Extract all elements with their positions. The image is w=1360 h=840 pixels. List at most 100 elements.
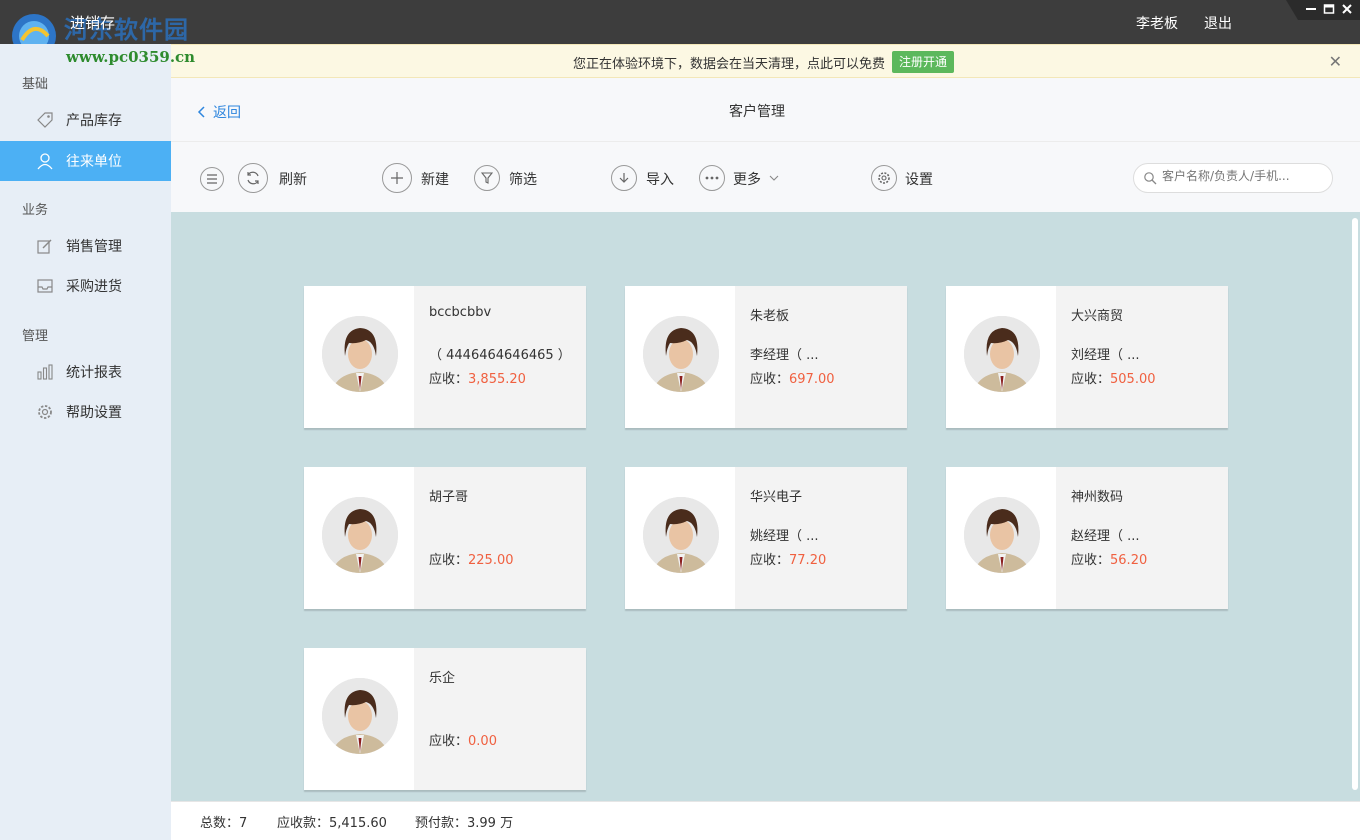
plus-icon[interactable] <box>382 163 412 193</box>
sidebar-item-label: 采购进货 <box>66 279 122 295</box>
minimize-icon[interactable] <box>1304 3 1318 17</box>
chevron-down-icon[interactable] <box>769 174 779 182</box>
refresh-button[interactable]: 刷新 <box>279 169 307 189</box>
avatar <box>643 316 719 392</box>
customer-name: 乐企 <box>429 671 456 686</box>
sidebar: 基础 产品库存 往来单位 业务 销售管理 采购进货 管理 统计报表 帮助设置 <box>0 44 171 840</box>
customer-card[interactable]: 华兴电子 姚经理（ ... 应收：77.20 <box>625 467 907 609</box>
customer-receivable: 应收：0.00 <box>429 734 497 749</box>
customer-card[interactable]: bccbcbbv （ 4446464646465 ） 应收：3,855.20 <box>304 286 586 428</box>
filter-icon[interactable] <box>474 165 500 191</box>
settings-button[interactable]: 设置 <box>905 169 933 189</box>
more-dots-icon[interactable] <box>699 165 725 191</box>
page-header: 返回 客户管理 <box>171 78 1360 142</box>
settings-gear-icon[interactable] <box>871 165 897 191</box>
customer-name: 神州数码 <box>1071 490 1124 505</box>
customer-name: 朱老板 <box>750 309 790 324</box>
download-icon[interactable] <box>611 165 637 191</box>
maximize-icon[interactable] <box>1322 3 1336 17</box>
receivable-amount: 77.20 <box>789 553 827 568</box>
scrollbar[interactable] <box>1352 218 1358 790</box>
total-receivable: 应收款：5,415.60 <box>277 816 387 831</box>
customer-grid: bccbcbbv （ 4446464646465 ） 应收：3,855.20 朱… <box>171 212 1360 801</box>
sidebar-item-label: 产品库存 <box>66 113 122 129</box>
avatar <box>643 497 719 573</box>
sidebar-item-help-settings[interactable]: 帮助设置 <box>0 392 171 432</box>
sidebar-item-label: 往来单位 <box>66 154 122 170</box>
receivable-amount: 0.00 <box>468 734 497 749</box>
receivable-amount: 56.20 <box>1110 553 1148 568</box>
sidebar-item-purchase[interactable]: 采购进货 <box>0 266 171 306</box>
sidebar-section-business: 业务 <box>22 203 49 218</box>
inbox-icon <box>36 277 54 295</box>
trial-notice-text: 您正在体验环境下，数据会在当天清理，点此可以免费 <box>573 57 886 72</box>
tag-icon <box>36 111 54 129</box>
user-icon <box>36 152 54 170</box>
app-title: 进销存 <box>70 14 116 32</box>
sidebar-item-label: 销售管理 <box>66 239 122 255</box>
sidebar-section-basic: 基础 <box>22 77 49 92</box>
summary-footer: 总数：7 应收款：5,415.60 预付款：3.99 万 <box>171 801 1360 840</box>
menu-icon[interactable] <box>200 167 224 191</box>
avatar <box>322 497 398 573</box>
customer-receivable: 应收：697.00 <box>750 372 835 387</box>
close-icon[interactable]: ✕ <box>1329 52 1342 71</box>
customer-name: 华兴电子 <box>750 490 803 505</box>
customer-contact: 姚经理（ ... <box>750 529 819 544</box>
sidebar-item-sales[interactable]: 销售管理 <box>0 226 171 266</box>
customer-receivable: 应收：225.00 <box>429 553 514 568</box>
register-button[interactable]: 注册开通 <box>892 51 955 73</box>
sidebar-item-label: 统计报表 <box>66 365 122 381</box>
refresh-icon[interactable] <box>238 163 268 193</box>
window-controls <box>1286 0 1360 20</box>
current-user[interactable]: 李老板 <box>1136 13 1178 33</box>
sidebar-item-reports[interactable]: 统计报表 <box>0 352 171 392</box>
customer-contact: 刘经理（ ... <box>1071 348 1140 363</box>
avatar <box>322 678 398 754</box>
receivable-amount: 3,855.20 <box>468 372 526 387</box>
avatar <box>964 316 1040 392</box>
customer-name: 大兴商贸 <box>1071 309 1124 324</box>
customer-receivable: 应收：56.20 <box>1071 553 1148 568</box>
customer-receivable: 应收：77.20 <box>750 553 827 568</box>
customer-card[interactable]: 朱老板 李经理（ ... 应收：697.00 <box>625 286 907 428</box>
customer-name: bccbcbbv <box>429 305 492 320</box>
edit-icon <box>36 237 54 255</box>
watermark-url: www.pc0359.cn <box>66 48 196 66</box>
sidebar-item-product-stock[interactable]: 产品库存 <box>0 100 171 140</box>
customer-card[interactable]: 大兴商贸 刘经理（ ... 应收：505.00 <box>946 286 1228 428</box>
filter-button[interactable]: 筛选 <box>509 169 537 189</box>
search-icon <box>1144 172 1157 185</box>
sidebar-item-label: 帮助设置 <box>66 405 122 421</box>
sidebar-section-management: 管理 <box>22 329 49 344</box>
customer-card[interactable]: 胡子哥 应收：225.00 <box>304 467 586 609</box>
title-bar: 河东软件园 进销存 李老板 退出 <box>0 0 1360 58</box>
customer-card[interactable]: 神州数码 赵经理（ ... 应收：56.20 <box>946 467 1228 609</box>
search-input[interactable] <box>1162 169 1322 183</box>
new-button[interactable]: 新建 <box>421 169 449 189</box>
receivable-amount: 697.00 <box>789 372 835 387</box>
receivable-amount: 505.00 <box>1110 372 1156 387</box>
total-count: 总数：7 <box>200 816 248 831</box>
customer-receivable: 应收：3,855.20 <box>429 372 526 387</box>
toolbar: 刷新 新建 筛选 导入 更多 设置 <box>171 142 1360 212</box>
gear-icon <box>36 403 54 421</box>
page-title: 客户管理 <box>729 104 785 120</box>
close-window-icon[interactable] <box>1340 3 1354 17</box>
trial-notice-bar: 您正在体验环境下，数据会在当天清理，点此可以免费 注册开通 ✕ <box>171 44 1360 78</box>
customer-contact: 李经理（ ... <box>750 348 819 363</box>
sidebar-item-partners[interactable]: 往来单位 <box>0 141 171 181</box>
total-prepaid: 预付款：3.99 万 <box>415 816 514 831</box>
search-box[interactable] <box>1133 163 1333 193</box>
customer-name: 胡子哥 <box>429 490 469 505</box>
import-button[interactable]: 导入 <box>646 169 674 189</box>
customer-card[interactable]: 乐企 应收：0.00 <box>304 648 586 790</box>
receivable-amount: 225.00 <box>468 553 514 568</box>
more-button[interactable]: 更多 <box>733 169 761 189</box>
customer-contact: 赵经理（ ... <box>1071 529 1140 544</box>
logout-button[interactable]: 退出 <box>1204 13 1232 33</box>
avatar <box>964 497 1040 573</box>
avatar <box>322 316 398 392</box>
customer-contact: （ 4446464646465 ） <box>429 348 571 363</box>
customer-receivable: 应收：505.00 <box>1071 372 1156 387</box>
